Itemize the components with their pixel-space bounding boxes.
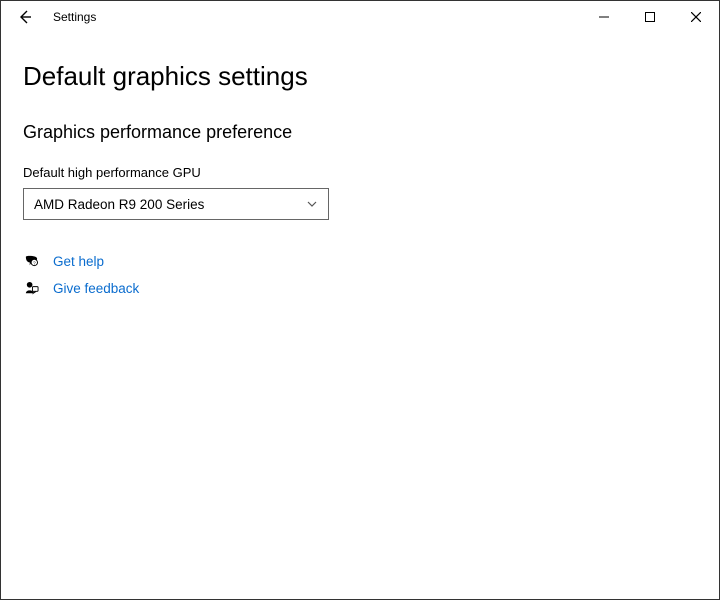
- section-title: Graphics performance preference: [23, 122, 697, 143]
- back-button[interactable]: [11, 9, 39, 25]
- page-title: Default graphics settings: [23, 61, 697, 92]
- close-icon: [691, 12, 701, 22]
- window-title: Settings: [53, 10, 96, 24]
- arrow-left-icon: [17, 9, 33, 25]
- give-feedback-row: Give feedback: [23, 281, 697, 296]
- minimize-button[interactable]: [581, 1, 627, 33]
- window-controls: [581, 1, 719, 33]
- gpu-dropdown-value: AMD Radeon R9 200 Series: [34, 197, 204, 212]
- get-help-row: ? Get help: [23, 254, 697, 269]
- minimize-icon: [599, 12, 609, 22]
- page-content: Default graphics settings Graphics perfo…: [1, 33, 719, 296]
- chevron-down-icon: [306, 198, 318, 210]
- gpu-field-label: Default high performance GPU: [23, 165, 697, 180]
- help-icon: ?: [23, 254, 39, 269]
- maximize-icon: [645, 12, 655, 22]
- get-help-link[interactable]: Get help: [53, 254, 104, 269]
- feedback-icon: [23, 281, 39, 296]
- give-feedback-link[interactable]: Give feedback: [53, 281, 139, 296]
- svg-text:?: ?: [33, 261, 36, 266]
- maximize-button[interactable]: [627, 1, 673, 33]
- close-button[interactable]: [673, 1, 719, 33]
- help-links: ? Get help Give feedback: [23, 254, 697, 296]
- gpu-dropdown[interactable]: AMD Radeon R9 200 Series: [23, 188, 329, 220]
